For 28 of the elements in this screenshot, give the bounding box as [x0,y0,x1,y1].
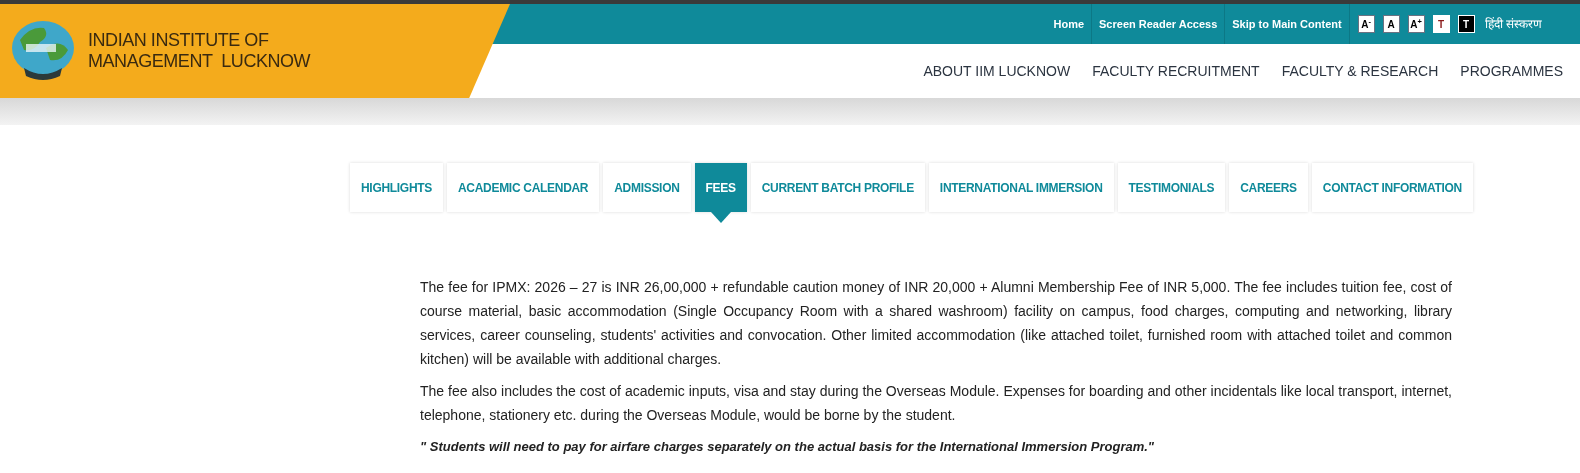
text-control-button[interactable]: T [1457,15,1475,33]
tab[interactable]: CAREERS [1229,163,1308,212]
text-control-button[interactable]: A [1382,15,1400,33]
tab[interactable]: INTERNATIONAL IMMERSION [928,163,1114,212]
main-nav-link[interactable]: FACULTY RECRUITMENT [1092,60,1260,82]
tab[interactable]: FEES [694,163,747,212]
tab[interactable]: CONTACT INFORMATION [1311,163,1473,212]
top-link[interactable]: Skip to Main Content [1225,4,1350,44]
main-nav-link[interactable]: FACULTY & RESEARCH [1281,60,1439,82]
institute-name: INDIAN INSTITUTE OF [88,30,270,51]
institute-name: MANAGEMENT LUCKNOW [88,51,311,72]
note-text: " Students will need to pay for airfare charges separately on the actual basis for the International Immersion Program." [420,438,1156,456]
main-nav-link[interactable]: PROGRAMMES [1460,60,1563,82]
tab[interactable]: CURRENT BATCH PROFILE [750,163,925,212]
top-link[interactable]: Home [1046,4,1093,44]
fee-paragraph: The fee also includes the cost of academic inputs, visa and stay during the Overseas Module. Expenses for boarding and other incidentals like local transport, internet, telephone, stationery etc. during the Overseas Module, would be borne by the student. [420,382,1452,425]
tab[interactable]: TESTIMONIALS [1117,163,1226,212]
language-link[interactable]: हिंदी संस्करण [1484,15,1542,33]
tab-pointer [710,212,731,223]
main-nav-link[interactable]: ABOUT IIM LUCKNOW [923,60,1071,82]
top-link[interactable]: Screen Reader Access [1092,4,1226,44]
text-control-button[interactable]: A$^{+}$ [1407,15,1425,33]
fee-paragraph: The fee for IPMX: 2026 – 27 is INR 26,00,000 + refundable caution money of INR 20,000 + Alumni Membership Fee of INR 5,000. The fee includes tuition fee, cost of course material, basic accommodation (Single Occupancy Room with a shared washroom) facility on campus, food charges, computing and networking, library services, career counseling, students' activities and convocation. Other limited accommodation (like attached toilet, furnished room with attached toilet and common kitchen) will be available with additional charges. [420,278,1452,369]
text-control-button[interactable]: A$^{-}$ [1357,15,1375,33]
tab[interactable]: ACADEMIC CALENDAR [447,163,600,212]
tab[interactable]: ADMISSION [603,163,691,212]
text-control-button[interactable]: T [1432,15,1450,33]
tab[interactable]: HIGHLIGHTS [350,163,443,212]
